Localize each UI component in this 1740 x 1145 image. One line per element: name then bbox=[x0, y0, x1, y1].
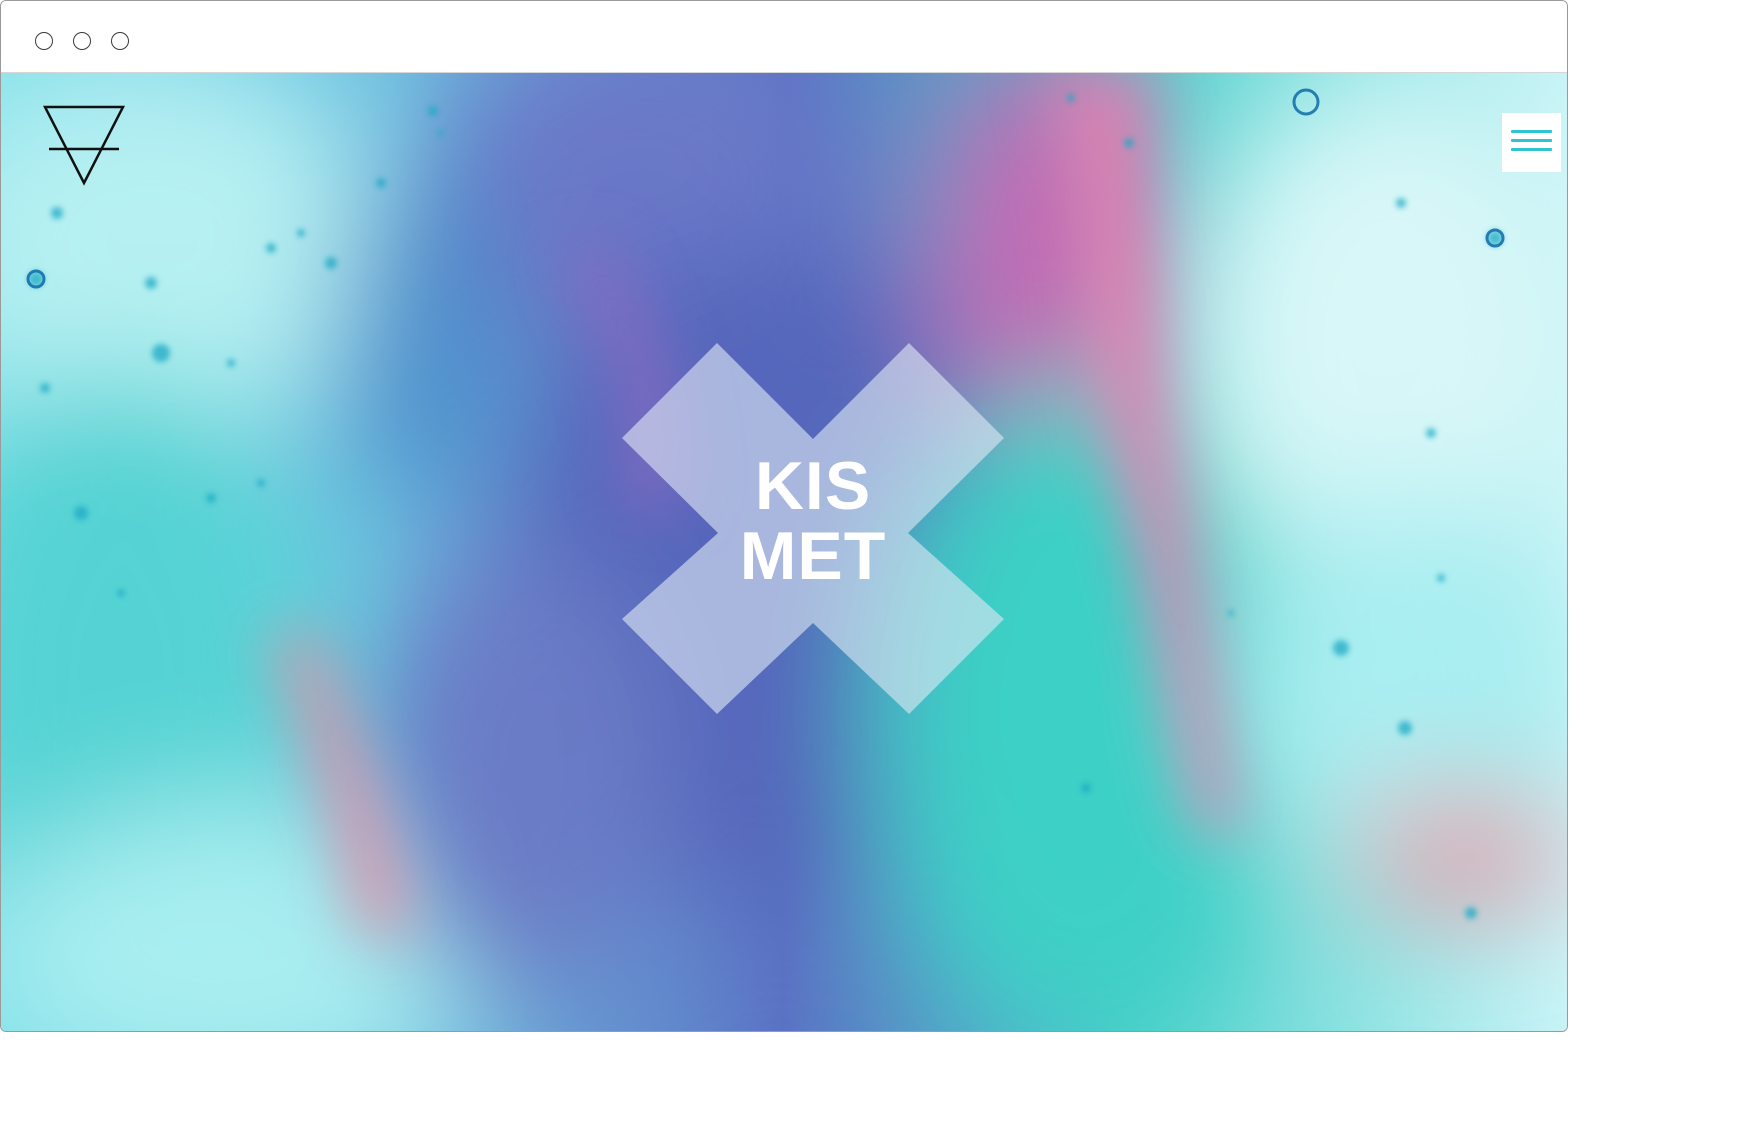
earth-alchemy-symbol-icon[interactable] bbox=[41, 103, 127, 187]
hamburger-menu-icon-line-top bbox=[1511, 130, 1552, 133]
brand-line-1: KIS bbox=[754, 448, 872, 524]
hamburger-menu-button[interactable] bbox=[1502, 113, 1561, 172]
window-titlebar bbox=[1, 1, 1567, 73]
window-minimize-button[interactable] bbox=[73, 32, 91, 50]
page-hero: KIS MET bbox=[1, 73, 1567, 1031]
brand-line-2: MET bbox=[739, 518, 887, 594]
brand-wordmark: KIS MET bbox=[653, 451, 973, 591]
browser-window: KIS MET bbox=[0, 0, 1568, 1032]
window-zoom-button[interactable] bbox=[111, 32, 129, 50]
window-close-button[interactable] bbox=[35, 32, 53, 50]
hamburger-menu-icon-line-bottom bbox=[1511, 148, 1552, 151]
hamburger-menu-icon-line-middle bbox=[1511, 139, 1552, 142]
